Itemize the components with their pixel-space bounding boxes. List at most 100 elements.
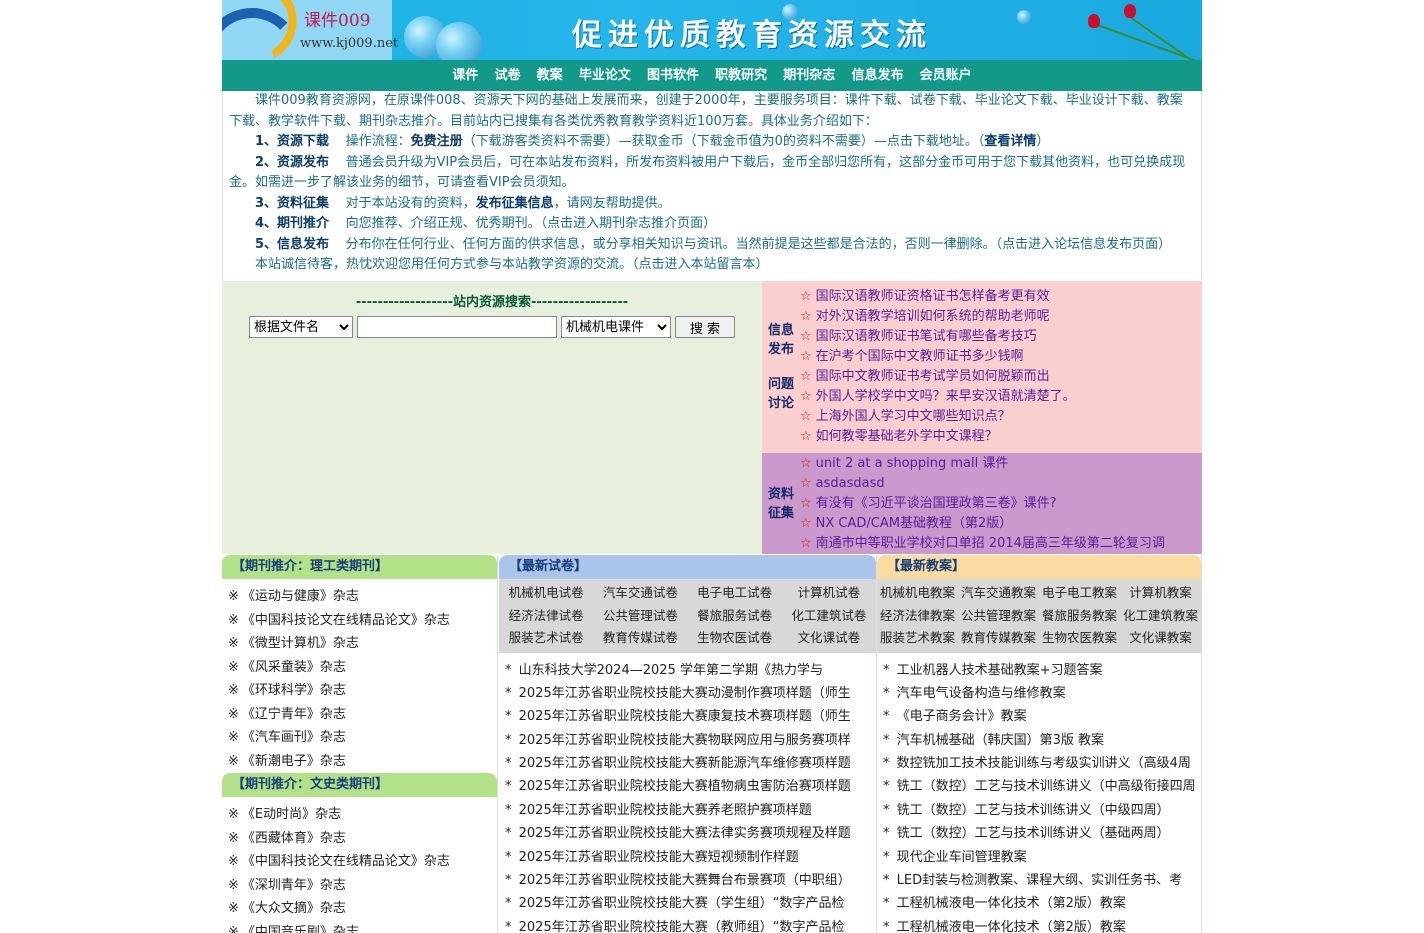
list-item[interactable]: ☆ unit 2 at a shopping mall 课件 <box>800 454 1165 474</box>
list-item[interactable]: * 2025年江苏省职业院校技能大赛植物病虫害防治赛项样题 <box>505 775 876 798</box>
list-item[interactable]: * 《电子商务会计》教案 <box>883 705 1201 728</box>
list-item[interactable]: * LED封装与检测教案、课程大纲、实训任务书、考 <box>883 869 1201 892</box>
list-item[interactable]: * 2025年江苏省职业院校技能大赛养老照护赛项样题 <box>505 799 876 822</box>
exam-category-link[interactable]: 服装艺术试卷 <box>499 627 593 650</box>
list-item[interactable]: * 工业机器人技术基础教案+习题答案 <box>883 659 1201 682</box>
exam-category-link[interactable]: 生物农医试卷 <box>688 627 782 650</box>
search-input[interactable] <box>357 316 557 338</box>
nav-item-member-account[interactable]: 会员账户 <box>920 60 972 91</box>
info-publish-label[interactable]: 信息发布 <box>766 321 796 359</box>
list-item[interactable]: ※ 《中国科技论文在线精品论文》杂志 <box>228 609 497 633</box>
nav-item-courseware[interactable]: 课件 <box>452 60 478 91</box>
lesson-category-link[interactable]: 机械机电教案 <box>877 582 958 605</box>
nav-item-books-software[interactable]: 图书软件 <box>647 60 699 91</box>
forum-info-link[interactable]: 分布你在任何行业、任何方面的供求信息，或分享相关知识与资讯。当然前提是这些都是合… <box>346 237 1172 252</box>
nav-item-info-publish[interactable]: 信息发布 <box>851 60 903 91</box>
list-item[interactable]: ※ 《微型计算机》杂志 <box>228 632 497 656</box>
journals-arts-header[interactable]: 【期刊推介：文史类期刊】 <box>222 773 497 797</box>
lesson-category-link[interactable]: 教育传媒教案 <box>958 627 1039 650</box>
list-item[interactable]: * 铣工（数控）工艺与技术训练讲义（基础两周） <box>883 822 1201 845</box>
exam-category-link[interactable]: 计算机试卷 <box>782 582 876 605</box>
lesson-category-link[interactable]: 生物农医教案 <box>1039 627 1120 650</box>
lesson-category-link[interactable]: 化工建筑教案 <box>1120 605 1201 628</box>
list-item[interactable]: * 2025年江苏省职业院校技能大赛舞台布景赛项（中职组） <box>505 869 876 892</box>
exam-category-link[interactable]: 电子电工试卷 <box>688 582 782 605</box>
list-item[interactable]: * 2025年江苏省职业院校技能大赛动漫制作赛项样题（师生 <box>505 682 876 705</box>
list-item[interactable]: ☆ 对外汉语教学培训如何系统的帮助老师呢 <box>800 307 1076 327</box>
list-item[interactable]: ☆ 南通市中等职业学校对口单招 2014届高三年级第二轮复习调 <box>800 534 1165 554</box>
journals-page-link[interactable]: 向您推荐、介绍正规、优秀期刊。（点击进入期刊杂志推介页面） <box>346 216 717 231</box>
list-item[interactable]: * 汽车机械基础（韩庆国）第3版 教案 <box>883 729 1201 752</box>
lesson-category-link[interactable]: 经济法律教案 <box>877 605 958 628</box>
list-item[interactable]: ※ 《中国音乐剧》杂志 <box>228 921 497 933</box>
list-item[interactable]: * 铣工（数控）工艺与技术训练讲义（中级四周） <box>883 799 1201 822</box>
list-item[interactable]: * 2025年江苏省职业院校技能大赛物联网应用与服务赛项样 <box>505 729 876 752</box>
list-item[interactable]: ※ 《汽车画刊》杂志 <box>228 726 497 750</box>
guestbook-link[interactable]: 本站诚信待客，热忱欢迎您用任何方式参与本站教学资源的交流。（点击进入本站留言本） <box>223 255 1201 276</box>
lesson-category-link[interactable]: 汽车交通教案 <box>958 582 1039 605</box>
search-category-select[interactable]: 机械机电课件 <box>561 316 671 338</box>
exam-category-link[interactable]: 公共管理试卷 <box>593 605 687 628</box>
list-item[interactable]: * 2025年江苏省职业院校技能大赛（教师组）“数字产品检 <box>505 916 876 933</box>
nav-item-lessons[interactable]: 教案 <box>537 60 563 91</box>
lesson-category-link[interactable]: 文化课教案 <box>1120 627 1201 650</box>
list-item[interactable]: * 2025年江苏省职业院校技能大赛新能源汽车维修赛项样题 <box>505 752 876 775</box>
list-item[interactable]: ※ 《辽宁青年》杂志 <box>228 703 497 727</box>
exam-category-link[interactable]: 化工建筑试卷 <box>782 605 876 628</box>
lessons-header[interactable]: 【最新教案】 <box>877 555 1201 579</box>
list-item[interactable]: ☆ NX CAD/CAM基础教程（第2版） <box>800 514 1165 534</box>
exam-category-link[interactable]: 机械机电试卷 <box>499 582 593 605</box>
free-register-link[interactable]: 免费注册 <box>411 134 463 149</box>
lesson-category-link[interactable]: 餐旅服务教案 <box>1039 605 1120 628</box>
exams-header[interactable]: 【最新试卷】 <box>499 555 876 579</box>
view-details-link[interactable]: 查看详情 <box>984 134 1036 149</box>
list-item[interactable]: ※ 《中国科技论文在线精品论文》杂志 <box>228 850 497 874</box>
list-item[interactable]: * 数控铣加工技术技能训练与考级实训讲义（高级4周 <box>883 752 1201 775</box>
exam-category-link[interactable]: 汽车交通试卷 <box>593 582 687 605</box>
list-item[interactable]: ☆ 有没有《习近平谈治国理政第三卷》课件? <box>800 494 1165 514</box>
search-button[interactable]: 搜 索 <box>675 316 735 338</box>
search-field-select[interactable]: 根据文件名 <box>249 316 353 338</box>
list-item[interactable]: ※ 《环球科学》杂志 <box>228 679 497 703</box>
list-item[interactable]: ☆ 国际中文教师证书考试学员如何脱颖而出 <box>800 367 1076 387</box>
site-logo[interactable]: 课件009 www.kj009.net <box>222 0 398 60</box>
list-item[interactable]: * 2025年江苏省职业院校技能大赛法律实务赛项规程及样题 <box>505 822 876 845</box>
nav-item-theses[interactable]: 毕业论文 <box>579 60 631 91</box>
lesson-category-link[interactable]: 计算机教案 <box>1120 582 1201 605</box>
list-item[interactable]: ☆ 外国人学校学中文吗？来早安汉语就清楚了。 <box>800 387 1076 407</box>
list-item[interactable]: * 2025年江苏省职业院校技能大赛康复技术赛项样题（师生 <box>505 705 876 728</box>
list-item[interactable]: ※ 《运动与健康》杂志 <box>228 585 497 609</box>
exam-category-link[interactable]: 文化课试卷 <box>782 627 876 650</box>
list-item[interactable]: * 山东科技大学2024—2025 学年第二学期《热力学与 <box>505 659 876 682</box>
nav-item-exams[interactable]: 试卷 <box>495 60 521 91</box>
list-item[interactable]: ☆ 国际汉语教师证资格证书怎样备考更有效 <box>800 287 1076 307</box>
list-item[interactable]: * 现代企业车间管理教案 <box>883 846 1201 869</box>
list-item[interactable]: * 工程机械液电一体化技术（第2版）教案 <box>883 892 1201 915</box>
list-item[interactable]: ☆ 国际汉语教师证书笔试有哪些备考技巧 <box>800 327 1076 347</box>
list-item[interactable]: ☆ 如何教零基础老外学中文课程？ <box>800 427 1076 447</box>
list-item[interactable]: ☆ 上海外国人学习中文哪些知识点？ <box>800 407 1076 427</box>
list-item[interactable]: ※ 《深圳青年》杂志 <box>228 874 497 898</box>
exam-category-link[interactable]: 经济法律试卷 <box>499 605 593 628</box>
list-item[interactable]: * 汽车电气设备构造与维修教案 <box>883 682 1201 705</box>
journals-sci-header[interactable]: 【期刊推介：理工类期刊】 <box>222 555 497 579</box>
publish-request-link[interactable]: 发布征集信息 <box>476 196 554 211</box>
lesson-category-link[interactable]: 电子电工教案 <box>1039 582 1120 605</box>
list-item[interactable]: ※ 《西藏体育》杂志 <box>228 827 497 851</box>
lesson-category-link[interactable]: 公共管理教案 <box>958 605 1039 628</box>
nav-item-vocational-research[interactable]: 职教研究 <box>715 60 767 91</box>
lesson-category-link[interactable]: 服装艺术教案 <box>877 627 958 650</box>
material-request-label[interactable]: 资料征集 <box>766 485 796 523</box>
discussion-label[interactable]: 问题讨论 <box>766 375 796 413</box>
list-item[interactable]: ※ 《风采童装》杂志 <box>228 656 497 680</box>
list-item[interactable]: ※ 《大众文摘》杂志 <box>228 897 497 921</box>
list-item[interactable]: ※ 《新潮电子》杂志 <box>228 750 497 774</box>
exam-category-link[interactable]: 餐旅服务试卷 <box>688 605 782 628</box>
list-item[interactable]: * 2025年江苏省职业院校技能大赛短视频制作样题 <box>505 846 876 869</box>
list-item[interactable]: * 铣工（数控）工艺与技术训练讲义（中高级衔接四周 <box>883 775 1201 798</box>
list-item[interactable]: ※ 《E动时尚》杂志 <box>228 803 497 827</box>
nav-item-journals[interactable]: 期刊杂志 <box>783 60 835 91</box>
list-item[interactable]: ☆ asdasdasd <box>800 474 1165 494</box>
list-item[interactable]: * 2025年江苏省职业院校技能大赛（学生组）“数字产品检 <box>505 892 876 915</box>
list-item[interactable]: ☆ 在沪考个国际中文教师证书多少钱啊 <box>800 347 1076 367</box>
